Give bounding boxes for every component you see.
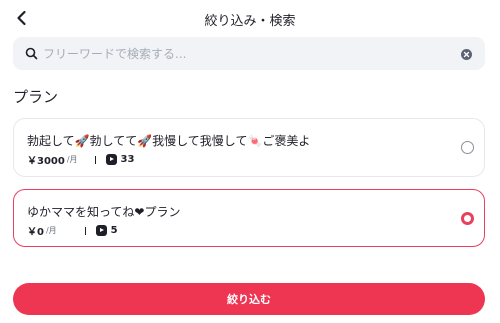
plan-radio-selected[interactable] bbox=[461, 212, 474, 225]
plan-card[interactable]: 勃起して🚀勃してて🚀我慢して我慢して🍬ご褒美よ ￥3000 /月 33 bbox=[13, 118, 485, 177]
search-icon bbox=[25, 47, 38, 60]
header: 絞り込み・検索 bbox=[0, 0, 500, 38]
plan-meta: ￥0 /月 5 bbox=[27, 223, 118, 238]
plan-card[interactable]: ゆかママを知ってね❤プラン ￥0 /月 5 bbox=[13, 189, 485, 247]
post-count: 33 bbox=[120, 154, 135, 165]
search-bar bbox=[13, 37, 485, 70]
plan-name: 勃起して🚀勃してて🚀我慢して我慢して🍬ご褒美よ bbox=[27, 134, 311, 148]
plan-meta: ￥3000 /月 33 bbox=[27, 152, 134, 167]
play-icon bbox=[105, 154, 117, 165]
plan-price-unit: /月 bbox=[45, 226, 57, 235]
search-input[interactable] bbox=[43, 37, 443, 70]
section-title: プラン bbox=[13, 88, 59, 106]
post-count: 5 bbox=[110, 225, 118, 236]
plan-price: ￥0 bbox=[27, 227, 44, 238]
plan-name: ゆかママを知ってね❤プラン bbox=[27, 205, 181, 219]
plan-price-unit: /月 bbox=[66, 155, 78, 164]
page-title: 絞り込み・検索 bbox=[204, 14, 296, 29]
play-icon bbox=[95, 225, 107, 236]
plan-price: ￥3000 bbox=[27, 156, 65, 167]
plan-radio[interactable] bbox=[461, 141, 474, 154]
filter-submit-button[interactable]: 絞り込む bbox=[13, 283, 485, 315]
clear-icon[interactable] bbox=[461, 49, 472, 60]
divider bbox=[84, 226, 86, 235]
divider bbox=[94, 155, 96, 164]
